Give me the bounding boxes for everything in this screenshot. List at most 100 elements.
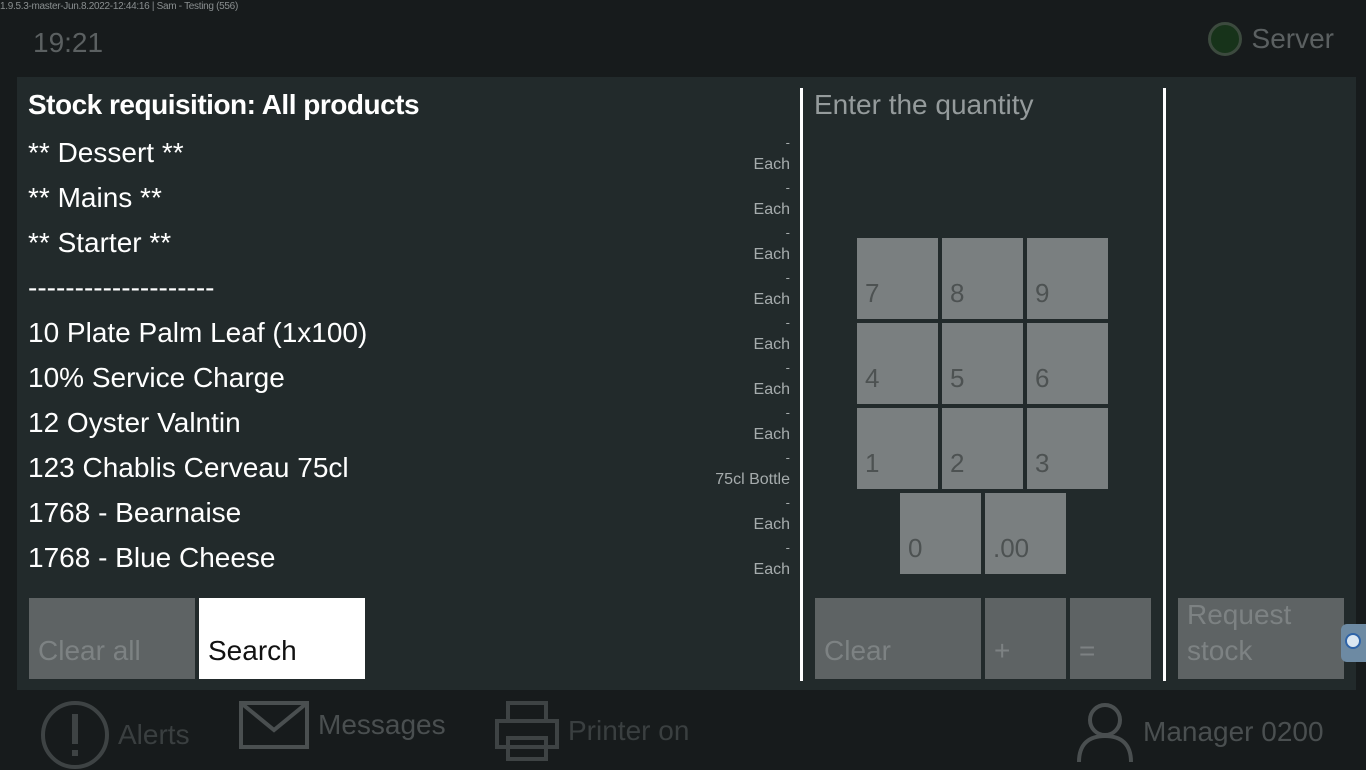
remote-support-tab[interactable] xyxy=(1341,624,1366,662)
panel-divider xyxy=(1163,88,1166,681)
stock-requisition-dialog: Stock requisition: All products ** Desse… xyxy=(17,77,1356,690)
keypad-3-button[interactable]: 3 xyxy=(1027,408,1108,489)
product-qty: - xyxy=(785,540,790,555)
request-stock-line1: Request xyxy=(1187,599,1292,630)
server-status-icon xyxy=(1207,22,1242,56)
product-qty: - xyxy=(785,225,790,240)
envelope-icon xyxy=(239,701,309,749)
product-unit: Each xyxy=(753,516,790,533)
list-item[interactable]: -------------------- - Each xyxy=(28,270,790,315)
keypad-9-label: 9 xyxy=(1035,278,1050,308)
list-item[interactable]: ** Mains ** - Each xyxy=(28,180,790,225)
alerts-label: Alerts xyxy=(118,719,190,750)
product-unit: Each xyxy=(753,291,790,308)
alerts-button[interactable]: Alerts xyxy=(40,700,190,770)
product-name: 10 Plate Palm Leaf (1x100) xyxy=(28,317,368,348)
clear-label: Clear xyxy=(824,635,891,666)
product-qty: - xyxy=(785,360,790,375)
keypad-4-label: 4 xyxy=(865,363,880,393)
messages-button[interactable]: Messages xyxy=(238,700,446,750)
keypad-9-button[interactable]: 9 xyxy=(1027,238,1108,319)
product-unit: Each xyxy=(753,201,790,218)
product-unit: 75cl Bottle xyxy=(715,471,790,488)
product-name: 123 Chablis Cerveau 75cl xyxy=(28,452,349,483)
printer-label: Printer on xyxy=(568,715,690,746)
plus-button[interactable]: + xyxy=(985,598,1066,679)
product-list: ** Dessert ** - Each ** Mains ** - Each … xyxy=(28,135,790,585)
product-unit: Each xyxy=(753,336,790,353)
printer-icon xyxy=(495,701,559,761)
keypad-2-label: 2 xyxy=(950,448,965,478)
request-stock-line2: stock xyxy=(1187,635,1253,666)
equals-label: = xyxy=(1079,635,1096,666)
list-item[interactable]: 10 Plate Palm Leaf (1x100) - Each xyxy=(28,315,790,360)
product-qty: - xyxy=(785,180,790,195)
search-label: Search xyxy=(208,635,297,666)
server-label: Server xyxy=(1251,23,1334,54)
list-item[interactable]: 12 Oyster Valntin - Each xyxy=(28,405,790,450)
product-qty: - xyxy=(785,315,790,330)
product-qty: - xyxy=(785,495,790,510)
product-name: 1768 - Bearnaise xyxy=(28,497,242,528)
request-stock-label: Request stock xyxy=(1187,597,1291,669)
keypad-6-button[interactable]: 6 xyxy=(1027,323,1108,404)
panel-divider xyxy=(800,88,803,681)
keypad-5-button[interactable]: 5 xyxy=(942,323,1023,404)
keypad-8-button[interactable]: 8 xyxy=(942,238,1023,319)
messages-label: Messages xyxy=(318,709,446,740)
printer-button[interactable]: Printer on xyxy=(494,700,689,762)
product-name: ** Mains ** xyxy=(28,182,162,213)
product-name: -------------------- xyxy=(28,272,215,303)
product-unit: Each xyxy=(753,561,790,578)
product-name: 12 Oyster Valntin xyxy=(28,407,241,438)
plus-label: + xyxy=(994,635,1011,666)
request-stock-button[interactable]: Request stock xyxy=(1178,598,1344,679)
list-item[interactable]: 123 Chablis Cerveau 75cl - 75cl Bottle xyxy=(28,450,790,495)
keypad-1-label: 1 xyxy=(865,448,880,478)
list-item[interactable]: 1768 - Blue Cheese - Each xyxy=(28,540,790,585)
product-name: 1768 - Blue Cheese xyxy=(28,542,276,573)
user-button[interactable]: Manager 0200 xyxy=(1075,700,1324,764)
keypad-8-label: 8 xyxy=(950,278,965,308)
list-item[interactable]: ** Dessert ** - Each xyxy=(28,135,790,180)
equals-button[interactable]: = xyxy=(1070,598,1151,679)
search-button[interactable]: Search xyxy=(199,598,365,679)
keypad-2-button[interactable]: 2 xyxy=(942,408,1023,489)
keypad-decimal-00-label: .00 xyxy=(993,533,1030,563)
list-item[interactable]: ** Starter ** - Each xyxy=(28,225,790,270)
footer-bar: Alerts Messages Printer on Manager 0200 xyxy=(0,690,1366,770)
product-qty: - xyxy=(785,405,790,420)
keypad-4-button[interactable]: 4 xyxy=(857,323,938,404)
user-label: Manager 0200 xyxy=(1143,716,1324,747)
product-qty: - xyxy=(785,270,790,285)
list-item[interactable]: 1768 - Bearnaise - Each xyxy=(28,495,790,540)
quantity-prompt: Enter the quantity xyxy=(814,89,1034,120)
product-unit: Each xyxy=(753,381,790,398)
keypad-decimal-00-button[interactable]: .00 xyxy=(985,493,1066,574)
product-name: 10% Service Charge xyxy=(28,362,285,393)
list-item[interactable]: 10% Service Charge - Each xyxy=(28,360,790,405)
user-icon xyxy=(1077,703,1133,763)
clear-button[interactable]: Clear xyxy=(815,598,981,679)
keypad-0-button[interactable]: 0 xyxy=(900,493,981,574)
product-unit: Each xyxy=(753,156,790,173)
keypad-6-label: 6 xyxy=(1035,363,1050,393)
product-qty: - xyxy=(785,450,790,465)
clear-all-label: Clear all xyxy=(38,635,141,666)
keypad-3-label: 3 xyxy=(1035,448,1050,478)
version-text: 1.9.5.3-master-Jun.8.2022-12:44:16 | Sam… xyxy=(0,1,238,12)
clock: 19:21 xyxy=(33,27,104,58)
keypad-5-label: 5 xyxy=(950,363,965,393)
clear-all-button[interactable]: Clear all xyxy=(29,598,195,679)
product-unit: Each xyxy=(753,426,790,443)
keypad-7-label: 7 xyxy=(865,278,880,308)
keypad-1-button[interactable]: 1 xyxy=(857,408,938,489)
product-name: ** Starter ** xyxy=(28,227,172,258)
product-unit: Each xyxy=(753,246,790,263)
product-qty: - xyxy=(785,135,790,150)
alert-icon xyxy=(41,701,109,769)
keypad-7-button[interactable]: 7 xyxy=(857,238,938,319)
server-status[interactable]: Server xyxy=(1207,22,1334,56)
dialog-title: Stock requisition: All products xyxy=(28,89,420,120)
keypad-0-label: 0 xyxy=(908,533,923,563)
